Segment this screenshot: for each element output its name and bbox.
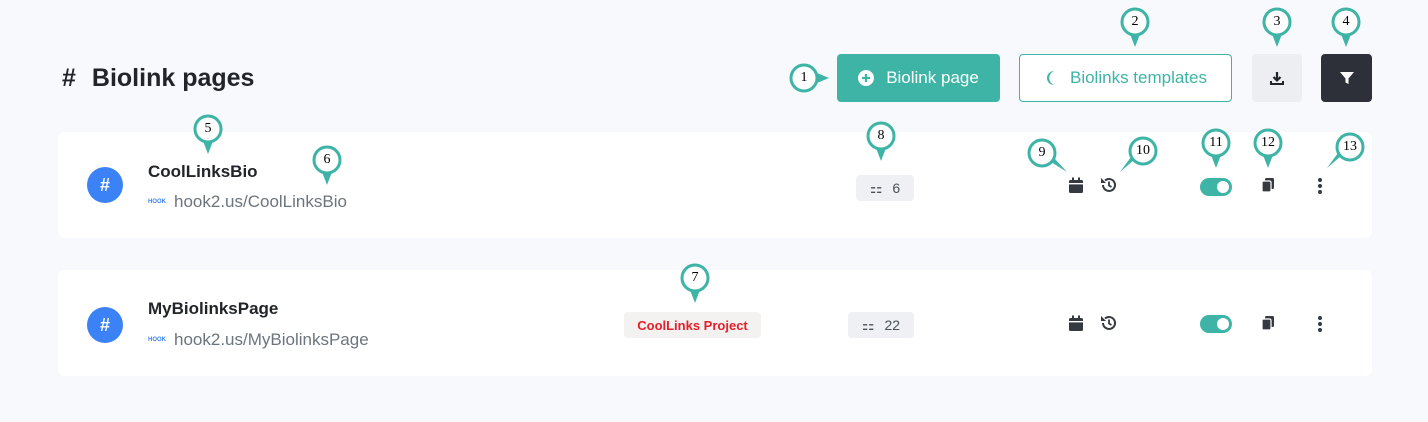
callout-number: 12 <box>1261 135 1275 150</box>
biolink-name[interactable]: MyBiolinksPage <box>148 299 278 319</box>
kebab-menu-icon[interactable] <box>1317 177 1323 195</box>
callout-marker: 11 <box>1201 128 1231 168</box>
callout-number: 8 <box>877 128 885 143</box>
biolink-avatar-hash-icon: # <box>87 167 123 203</box>
download-button[interactable] <box>1252 54 1302 102</box>
toggle-knob <box>1217 181 1229 193</box>
callout-marker: 5 <box>193 114 223 154</box>
link-icon: HOOK <box>148 337 166 343</box>
biolink-url[interactable]: HOOK hook2.us/CoolLinksBio <box>148 192 347 212</box>
moon-icon <box>1046 71 1054 85</box>
statistics-count: 6 <box>892 180 901 196</box>
history-icon[interactable] <box>1100 176 1118 194</box>
biolink-url-text: hook2.us/MyBiolinksPage <box>174 330 369 349</box>
callout-marker: 12 <box>1253 128 1283 168</box>
chart-icon: ⚏ <box>869 179 883 196</box>
callout-number: 5 <box>204 121 212 136</box>
calendar-icon[interactable] <box>1068 315 1084 332</box>
biolink-row: # CoolLinksBio HOOK hook2.us/CoolLinksBi… <box>58 132 1372 238</box>
enabled-toggle[interactable] <box>1200 178 1232 196</box>
hash-icon: # <box>62 64 76 92</box>
plus-circle-icon <box>858 70 875 86</box>
statistics-button[interactable]: ⚏ 22 <box>848 312 914 338</box>
callout-number: 3 <box>1273 14 1281 29</box>
callout-marker: 13 <box>1327 132 1365 168</box>
biolink-url[interactable]: HOOK hook2.us/MyBiolinksPage <box>148 330 369 350</box>
callout-marker: 10 <box>1120 136 1158 172</box>
callout-number: 4 <box>1342 14 1350 29</box>
statistics-count: 22 <box>884 317 901 333</box>
biolinks-templates-button[interactable]: Biolinks templates <box>1019 54 1232 102</box>
enabled-toggle[interactable] <box>1200 315 1232 333</box>
filter-button[interactable] <box>1321 54 1372 102</box>
callout-marker: 3 <box>1262 7 1292 47</box>
callout-number: 7 <box>691 270 699 285</box>
callout-marker: 2 <box>1120 7 1150 47</box>
callout-number: 2 <box>1131 14 1139 29</box>
biolink-avatar-hash-icon: # <box>87 307 123 343</box>
callout-number: 6 <box>323 152 331 167</box>
callout-number: 13 <box>1343 139 1357 154</box>
callout-marker: 1 <box>789 63 829 93</box>
statistics-button[interactable]: ⚏ 6 <box>856 175 914 201</box>
page-title-text: Biolink pages <box>91 64 255 92</box>
callout-marker: 4 <box>1331 7 1361 47</box>
callout-marker: 8 <box>866 121 896 161</box>
biolink-name[interactable]: CoolLinksBio <box>148 162 258 182</box>
link-icon: HOOK <box>148 199 166 205</box>
kebab-menu-icon[interactable] <box>1317 315 1323 333</box>
project-badge[interactable]: CoolLinks Project <box>624 312 761 338</box>
add-biolink-page-label: Biolink page <box>886 68 979 87</box>
callout-number: 1 <box>800 70 808 85</box>
toggle-knob <box>1217 318 1229 330</box>
biolink-row: # MyBiolinksPage HOOK hook2.us/MyBiolink… <box>58 270 1372 376</box>
callout-marker: 7 <box>680 263 710 303</box>
callout-number: 10 <box>1136 143 1150 158</box>
calendar-icon[interactable] <box>1068 177 1084 194</box>
download-icon <box>1270 72 1284 85</box>
callout-marker: 9 <box>1027 138 1067 172</box>
callout-marker: 6 <box>312 145 342 185</box>
add-biolink-page-button[interactable]: Biolink page <box>837 54 1000 102</box>
callout-number: 9 <box>1038 145 1046 160</box>
history-icon[interactable] <box>1100 314 1118 332</box>
biolinks-templates-label: Biolinks templates <box>1069 68 1207 87</box>
chart-icon: ⚏ <box>861 316 875 333</box>
copy-icon[interactable] <box>1261 315 1275 331</box>
callout-number: 11 <box>1209 135 1223 150</box>
page-title: # Biolink pages <box>62 64 254 93</box>
filter-icon <box>1339 72 1354 84</box>
biolink-url-text: hook2.us/CoolLinksBio <box>174 192 347 211</box>
copy-icon[interactable] <box>1261 177 1275 193</box>
